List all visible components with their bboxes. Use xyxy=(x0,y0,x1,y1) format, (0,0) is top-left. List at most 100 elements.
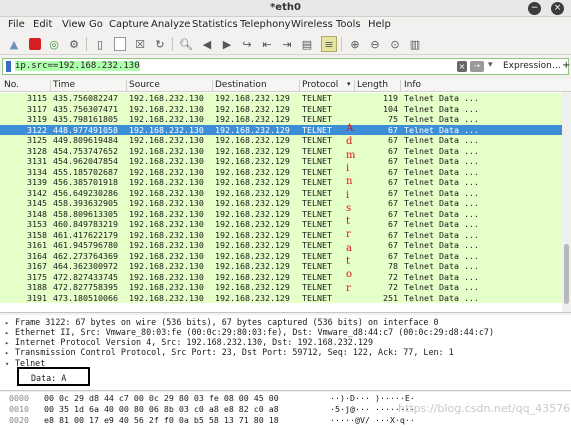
add-filter-button-icon[interactable]: + xyxy=(562,60,570,71)
cell-protocol: TELNET xyxy=(302,208,332,219)
cell-time: 460.849783219 xyxy=(53,219,118,229)
colorize-icon[interactable]: ≡ xyxy=(321,36,337,52)
packet-row[interactable]: 3158 461.417622179 192.168.232.130 192.168.… xyxy=(0,229,562,240)
collapse-arrow-icon[interactable]: ▾ xyxy=(5,359,15,369)
menu-tools[interactable]: Tools xyxy=(336,19,361,30)
restart-icon[interactable]: ◎ xyxy=(46,36,62,52)
packet-row[interactable]: 3128 454.753747652 192.168.232.130 192.168.… xyxy=(0,145,562,156)
open-file-icon[interactable]: ▯ xyxy=(92,36,108,52)
detail-tcp[interactable]: ▸ Transmission Control Protocol, Src Port… xyxy=(5,347,454,357)
cell-length: 67 xyxy=(388,156,398,166)
menu-analyze[interactable]: Analyze xyxy=(151,19,190,30)
packet-row[interactable]: 3131 454.962047854 192.168.232.130 192.168.… xyxy=(0,156,562,167)
packet-row[interactable]: 3139 456.385701918 192.168.232.130 192.168.… xyxy=(0,177,562,188)
column-header-no[interactable]: No. xyxy=(4,80,19,90)
packet-row[interactable]: 3117 435.756307471 192.168.232.130 192.168.… xyxy=(0,103,562,114)
cell-destination: 192.168.232.129 xyxy=(215,103,290,114)
minimize-icon[interactable]: − xyxy=(528,2,541,15)
zoom-in-icon[interactable]: ⊕ xyxy=(347,36,363,52)
cell-time: 462.273764369 xyxy=(53,250,118,261)
column-separator xyxy=(354,80,355,91)
telnet-data-field[interactable]: Data: A xyxy=(31,373,66,383)
cell-info: Telnet Data ... xyxy=(404,124,479,135)
packet-row[interactable]: 3148 458.809613305 192.168.232.130 192.168.… xyxy=(0,208,562,219)
packet-row[interactable]: 3153 460.849783219 192.168.232.130 192.168.… xyxy=(0,219,562,230)
packet-list-scrollbar[interactable] xyxy=(562,92,571,312)
cell-no: 3142 xyxy=(27,187,47,198)
packet-row[interactable]: 3188 472.827758395 192.168.232.130 192.168.… xyxy=(0,282,562,293)
close-file-icon[interactable]: ☒ xyxy=(132,36,148,52)
menu-wireless[interactable]: Wireless xyxy=(291,19,333,30)
sort-down-icon[interactable]: ▾ xyxy=(347,80,351,88)
packet-row[interactable]: 3175 472.827433745 192.168.232.130 192.168.… xyxy=(0,271,562,282)
cell-destination: 192.168.232.129 xyxy=(215,93,290,103)
menu-edit[interactable]: Edit xyxy=(33,19,52,30)
column-header-info[interactable]: Info xyxy=(404,80,421,90)
clear-filter-icon[interactable]: × xyxy=(457,61,467,72)
menu-statistics[interactable]: Statistics xyxy=(192,19,238,30)
cell-protocol: TELNET xyxy=(302,271,332,282)
cell-info: Telnet Data ... xyxy=(404,271,479,282)
expand-arrow-icon[interactable]: ▸ xyxy=(5,348,15,358)
column-header-source[interactable]: Source xyxy=(129,80,160,90)
menu-view[interactable]: View xyxy=(62,19,86,30)
column-header-time[interactable]: Time xyxy=(53,80,75,90)
packet-row[interactable]: 3142 456.649230286 192.168.232.130 192.168.… xyxy=(0,187,562,198)
column-header-length[interactable]: Length xyxy=(357,80,388,90)
bookmark-icon[interactable] xyxy=(6,61,11,72)
shark-fin-start-icon[interactable]: ▲ xyxy=(6,36,22,52)
detail-ipv4[interactable]: ▸ Internet Protocol Version 4, Src: 192.1… xyxy=(5,337,373,347)
annotation-letter: i xyxy=(346,189,350,201)
packet-row[interactable]: 3119 435.798161805 192.168.232.130 192.168.… xyxy=(0,114,562,125)
zoom-normal-icon[interactable]: ⊙ xyxy=(387,36,403,52)
cell-destination: 192.168.232.129 xyxy=(215,156,290,166)
expression-button[interactable]: Expression… xyxy=(503,61,561,71)
cell-no: 3139 xyxy=(27,177,47,187)
packet-row[interactable]: 3167 464.362300972 192.168.232.130 192.168.… xyxy=(0,261,562,272)
menu-go[interactable]: Go xyxy=(89,19,103,30)
options-gear-icon[interactable]: ⚙ xyxy=(66,36,82,52)
go-first-icon[interactable]: ⇤ xyxy=(259,36,275,52)
packet-row-selected[interactable]: 3122 448.977491058 192.168.232.130 192.168.… xyxy=(0,124,562,135)
go-to-packet-icon[interactable]: ↪ xyxy=(239,36,255,52)
column-header-destination[interactable]: Destination xyxy=(215,80,267,90)
packet-row[interactable]: 3145 458.393632905 192.168.232.130 192.168.… xyxy=(0,198,562,209)
cell-destination: 192.168.232.129 xyxy=(215,282,290,292)
menu-telephony[interactable]: Telephony xyxy=(240,19,291,30)
close-icon[interactable]: × xyxy=(551,2,564,15)
packet-row[interactable]: 3115 435.756082247 192.168.232.130 192.168.… xyxy=(0,93,562,104)
packet-row[interactable]: 3125 449.809619484 192.168.232.130 192.168.… xyxy=(0,135,562,146)
cell-info: Telnet Data ... xyxy=(404,261,479,271)
annotation-letter: m xyxy=(346,149,356,161)
apply-filter-icon[interactable]: → xyxy=(470,61,484,72)
menu-help[interactable]: Help xyxy=(368,19,391,30)
detail-ethernet[interactable]: ▸ Ethernet II, Src: Vmware_80:03:fe (00:0… xyxy=(5,327,494,337)
packet-row[interactable]: 3164 462.273764369 192.168.232.130 192.168.… xyxy=(0,250,562,261)
stop-square-icon[interactable] xyxy=(29,38,41,50)
filter-history-dropdown-icon[interactable]: ▾ xyxy=(488,60,493,70)
save-file-icon[interactable] xyxy=(114,37,126,51)
scrollbar-thumb[interactable] xyxy=(564,244,569,304)
resize-columns-icon[interactable]: ▥ xyxy=(407,36,423,52)
detail-frame[interactable]: ▸ Frame 3122: 67 bytes on wire (536 bits)… xyxy=(5,317,439,327)
menu-capture[interactable]: Capture xyxy=(109,19,149,30)
cell-length: 67 xyxy=(388,240,398,250)
packet-row[interactable]: 3161 461.945796780 192.168.232.130 192.168.… xyxy=(0,240,562,251)
display-filter-input[interactable]: ip.src==192.168.232.130 xyxy=(15,61,140,71)
go-last-icon[interactable]: ⇥ xyxy=(279,36,295,52)
packet-row[interactable]: 3134 455.185702687 192.168.232.130 192.168.… xyxy=(0,166,562,177)
cell-length: 67 xyxy=(388,177,398,187)
column-header-protocol[interactable]: Protocol xyxy=(302,80,338,90)
menu-file[interactable]: File xyxy=(8,19,25,30)
reload-icon[interactable]: ↻ xyxy=(152,36,168,52)
go-forward-icon[interactable]: ▶ xyxy=(219,36,235,52)
autoscroll-icon[interactable]: ▤ xyxy=(299,36,315,52)
hex-line[interactable]: 0020 e8 81 00 17 e9 40 56 2f f0 0a b5 58… xyxy=(0,415,571,426)
zoom-out-icon[interactable]: ⊖ xyxy=(367,36,383,52)
cell-destination: 192.168.232.129 xyxy=(215,114,290,124)
go-back-icon[interactable]: ◀ xyxy=(199,36,215,52)
packet-row[interactable]: 3191 473.180510066 192.168.232.130 192.168.… xyxy=(0,292,562,303)
column-separator xyxy=(50,80,51,91)
find-icon[interactable]: 🔍︎ xyxy=(178,36,194,52)
cell-time: 456.385701918 xyxy=(53,177,118,187)
